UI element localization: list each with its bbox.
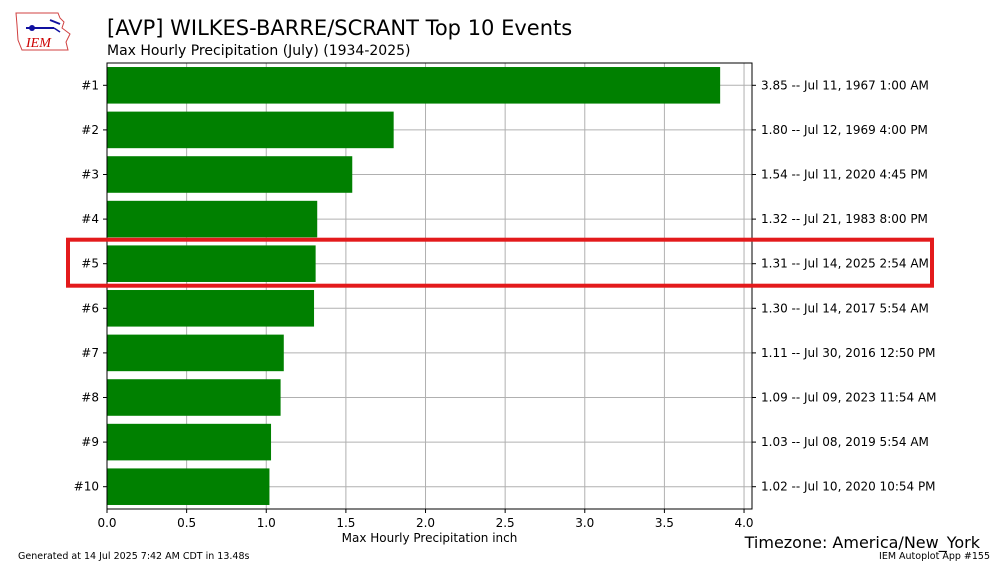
bar-rank-8 [107, 379, 281, 416]
bar-rank-3 [107, 156, 353, 193]
x-tick-label: 0.0 [97, 516, 116, 530]
y-tick-label: #3 [81, 168, 99, 182]
right-value-label: 1.80 -- Jul 12, 1969 4:00 PM [761, 123, 928, 137]
bar-rank-1 [107, 67, 721, 104]
y-tick-label: #5 [81, 257, 99, 271]
bar-rank-6 [107, 290, 315, 327]
bar-rank-7 [107, 334, 284, 372]
x-tick-label: 4.0 [734, 516, 753, 530]
x-tick-label: 2.0 [416, 516, 435, 530]
y-tick-label: #2 [81, 123, 99, 137]
right-value-label: 1.11 -- Jul 30, 2016 12:50 PM [761, 346, 936, 360]
right-value-label: 1.54 -- Jul 11, 2020 4:45 PM [761, 168, 928, 182]
y-tick-label: #1 [81, 78, 99, 92]
bar-rank-10 [107, 468, 270, 505]
x-tick-label: 1.0 [257, 516, 276, 530]
bar-rank-5 [107, 245, 316, 282]
app-credit: IEM Autoplot App #155 [879, 551, 990, 562]
bar-rank-9 [107, 423, 272, 461]
y-tick-label: #9 [81, 435, 99, 449]
x-tick-label: 0.5 [177, 516, 196, 530]
x-tick-label: 3.0 [575, 516, 594, 530]
right-value-label: 1.30 -- Jul 14, 2017 5:54 AM [761, 301, 929, 315]
generated-timestamp: Generated at 14 Jul 2025 7:42 AM CDT in … [18, 551, 250, 562]
x-tick-label: 1.5 [336, 516, 355, 530]
right-value-label: 1.03 -- Jul 08, 2019 5:54 AM [761, 435, 929, 449]
x-tick-label: 2.5 [496, 516, 515, 530]
right-value-label: 1.02 -- Jul 10, 2020 10:54 PM [761, 480, 936, 494]
right-value-label: 1.32 -- Jul 21, 1983 8:00 PM [761, 212, 928, 226]
bar-rank-4 [107, 200, 318, 238]
x-tick-label: 3.5 [655, 516, 674, 530]
right-value-label: 3.85 -- Jul 11, 1967 1:00 AM [761, 78, 929, 92]
y-tick-label: #4 [81, 212, 99, 226]
timezone-label: Timezone: America/New_York [744, 533, 980, 552]
right-value-label: 1.31 -- Jul 14, 2025 2:54 AM [761, 257, 929, 271]
y-tick-label: #8 [81, 391, 99, 405]
y-tick-label: #10 [74, 480, 99, 494]
right-value-label: 1.09 -- Jul 09, 2023 11:54 AM [761, 391, 937, 405]
y-tick-label: #7 [81, 346, 99, 360]
x-axis-label: Max Hourly Precipitation inch [342, 531, 518, 545]
bar-rank-2 [107, 111, 394, 149]
bar-chart: 0.0 0.5 1.0 1.5 2.0 2.5 3.0 3.5 4.0 #1 3.85 -- Jul… [66, 62, 937, 545]
y-tick-label: #6 [81, 301, 99, 315]
